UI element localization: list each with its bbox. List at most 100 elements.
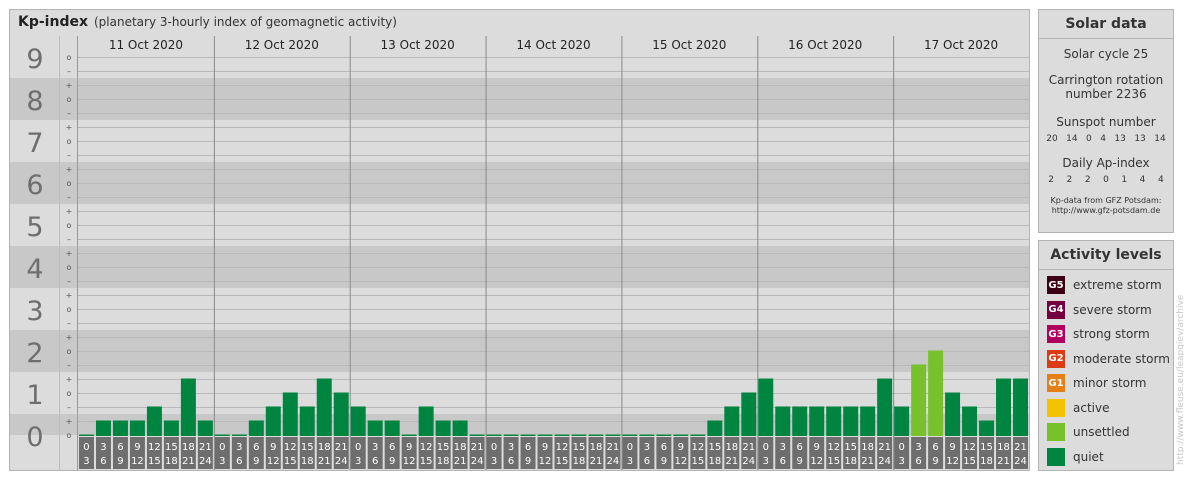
interval-start-label: 15 <box>573 442 586 453</box>
interval-end-label: 9 <box>253 456 259 467</box>
interval-start-label: 12 <box>827 442 840 453</box>
interval-end-label: 15 <box>420 456 433 467</box>
y-minor-tick: + <box>66 417 73 426</box>
sunspot-value: 14 <box>1154 134 1166 144</box>
interval-start-label: 0 <box>355 442 361 453</box>
kp-bar <box>792 406 808 436</box>
interval-end-label: 24 <box>607 456 620 467</box>
watermark: http://www.fleuse.eu/leapgiev/archive <box>1176 294 1184 465</box>
y-minor-tick: + <box>66 375 73 384</box>
interval-start-label: 15 <box>844 442 857 453</box>
legend-swatch: G3 <box>1047 325 1065 343</box>
kp-bar <box>945 392 961 436</box>
kp-bar <box>520 434 536 436</box>
kp-bar <box>656 434 672 436</box>
interval-end-label: 3 <box>355 456 361 467</box>
kp-bar <box>979 420 995 436</box>
data-source-line-1: Kp-data from GFZ Potsdam: <box>1050 196 1162 205</box>
kp-bar <box>146 406 162 436</box>
interval-start-label: 3 <box>236 442 242 453</box>
interval-end-label: 12 <box>403 456 416 467</box>
interval-end-label: 18 <box>573 456 586 467</box>
interval-end-label: 15 <box>556 456 569 467</box>
interval-start-label: 12 <box>556 442 569 453</box>
interval-start-label: 0 <box>83 442 89 453</box>
kp-bar <box>571 434 587 436</box>
interval-start-label: 9 <box>270 442 276 453</box>
interval-end-label: 9 <box>661 456 667 467</box>
interval-start-label: 0 <box>491 442 497 453</box>
interval-end-label: 21 <box>182 456 195 467</box>
legend-item: G5 extreme storm <box>1047 275 1162 295</box>
interval-end-label: 6 <box>236 456 242 467</box>
legend-label: active <box>1073 400 1110 415</box>
interval-start-label: 6 <box>117 442 123 453</box>
ap-value: 4 <box>1139 175 1146 185</box>
interval-end-label: 12 <box>674 456 687 467</box>
y-minor-tick: o <box>67 431 72 440</box>
interval-end-label: 12 <box>267 456 280 467</box>
interval-start-label: 3 <box>100 442 106 453</box>
y-minor-tick: o <box>67 95 72 104</box>
kp-bar <box>894 406 910 436</box>
y-tick-label: 3 <box>26 296 43 327</box>
ap-value: 0 <box>1103 175 1109 185</box>
y-minor-tick: + <box>66 123 73 132</box>
chart-title: Kp-index <box>18 14 88 30</box>
interval-start-label: 9 <box>542 442 548 453</box>
interval-end-label: 24 <box>878 456 891 467</box>
solar-data-title: Solar data <box>1039 10 1173 39</box>
interval-end-label: 15 <box>963 456 976 467</box>
solar-data-panel: Solar data Solar cycle 25 Carrington rot… <box>1038 9 1174 233</box>
ap-value: 2 <box>1066 175 1073 185</box>
carrington-line-1: Carrington rotation <box>1048 73 1164 87</box>
legend-swatch: G1 <box>1047 374 1065 392</box>
interval-start-label: 15 <box>708 442 721 453</box>
kp-bar <box>486 434 502 436</box>
interval-end-label: 6 <box>644 456 650 467</box>
interval-start-label: 12 <box>148 442 161 453</box>
day-label: 12 Oct 2020 <box>245 38 319 52</box>
interval-start-label: 21 <box>607 442 620 453</box>
ap-value: 1 <box>1121 175 1128 185</box>
legend-swatch: G5 <box>1047 276 1065 294</box>
legend-label: minor storm <box>1073 376 1147 390</box>
y-minor-tick: – <box>67 151 71 160</box>
ap-value: 2 <box>1084 175 1091 185</box>
sunspot-value: 13 <box>1114 134 1126 144</box>
kp-bar <box>469 434 485 436</box>
kp-bar <box>503 434 519 436</box>
kp-bar <box>724 406 740 436</box>
kp-bar <box>673 434 689 436</box>
interval-start-label: 6 <box>525 442 531 453</box>
interval-start-label: 6 <box>661 442 667 453</box>
y-minor-tick: + <box>66 81 73 90</box>
interval-end-label: 12 <box>131 456 144 467</box>
kp-bar <box>605 434 621 436</box>
interval-start-label: 6 <box>932 442 938 453</box>
interval-start-label: 21 <box>878 442 891 453</box>
day-label: 15 Oct 2020 <box>652 38 726 52</box>
legend-swatch: G4 <box>1047 300 1065 319</box>
y-minor-tick: o <box>67 347 72 356</box>
solar-cycle: Solar cycle 25 <box>1063 47 1149 61</box>
interval-start-label: 18 <box>590 442 603 453</box>
data-source: Kp-data from GFZ Potsdam: http://www.gfz… <box>1039 196 1173 216</box>
interval-start-label: 3 <box>372 442 378 453</box>
kp-bar <box>350 406 366 436</box>
interval-end-label: 18 <box>708 456 721 467</box>
kp-bar <box>367 420 383 436</box>
interval-start-label: 21 <box>199 442 212 453</box>
y-minor-tick: – <box>67 319 71 328</box>
y-tick-label: 9 <box>26 44 43 75</box>
interval-start-label: 3 <box>644 442 650 453</box>
kp-band <box>10 414 1029 435</box>
interval-start-label: 0 <box>627 442 633 453</box>
kp-bar <box>333 392 349 436</box>
ap-index-values: 2 2 2 0 1 4 4 <box>1039 175 1173 185</box>
interval-end-label: 18 <box>980 456 993 467</box>
kp-bar <box>214 434 230 436</box>
y-tick-label: 4 <box>26 254 43 285</box>
interval-end-label: 3 <box>219 456 225 467</box>
y-minor-tick: – <box>67 235 71 244</box>
